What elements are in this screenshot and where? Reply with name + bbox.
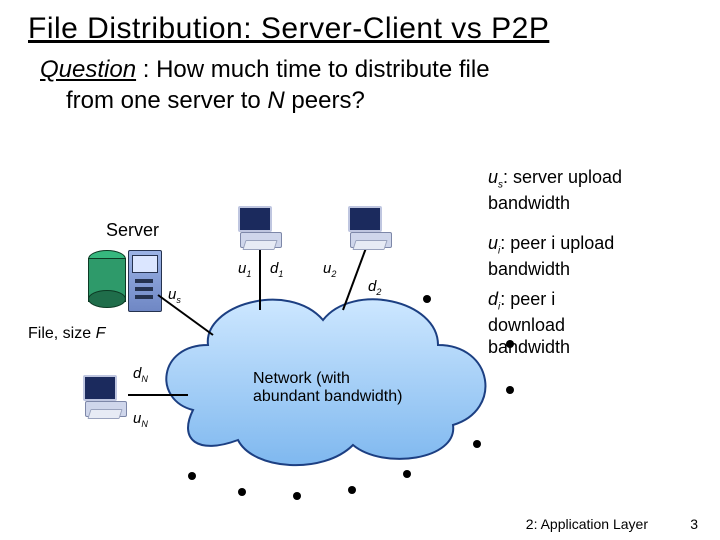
dot-icon bbox=[348, 486, 356, 494]
rate-d2: d2 bbox=[368, 278, 381, 297]
rate-dN: dN bbox=[133, 365, 148, 384]
file-label-F: F bbox=[96, 325, 106, 342]
dot-icon bbox=[506, 386, 514, 394]
question-N: N bbox=[267, 87, 284, 114]
legend-us-text2: bandwidth bbox=[488, 193, 570, 213]
page-number: 3 bbox=[690, 516, 698, 532]
file-label-a: File, size bbox=[28, 325, 96, 342]
legend-us: us: server upload bandwidth bbox=[488, 166, 622, 214]
legend-ui: ui: peer i upload bandwidth bbox=[488, 232, 614, 280]
question-line1: How much time to distribute file bbox=[156, 56, 489, 83]
pc-icon bbox=[83, 375, 129, 417]
dot-icon bbox=[238, 488, 246, 496]
network-label: Network (with abundant bandwidth) bbox=[253, 370, 463, 406]
question-line2a: from one server to bbox=[66, 87, 267, 114]
question-sep: : bbox=[136, 56, 156, 83]
question-line2b: peers? bbox=[285, 87, 365, 114]
dot-icon bbox=[403, 470, 411, 478]
legend-us-sym: u bbox=[488, 167, 498, 187]
network-label-b: abundant bandwidth) bbox=[253, 388, 402, 405]
legend-us-text1: : server upload bbox=[503, 167, 622, 187]
slide-title: File Distribution: Server-Client vs P2P bbox=[28, 12, 692, 46]
question-text: Question : How much time to distribute f… bbox=[40, 54, 686, 116]
disk-icon bbox=[88, 250, 124, 308]
rate-d1: d1 bbox=[270, 260, 283, 279]
server-label: Server bbox=[106, 220, 159, 241]
network-label-a: Network (with bbox=[253, 370, 350, 387]
pc-icon bbox=[348, 206, 394, 248]
server-icon bbox=[128, 250, 162, 312]
question-label: Question bbox=[40, 56, 136, 83]
dot-icon bbox=[506, 340, 514, 348]
rate-u1: u1 bbox=[238, 260, 251, 279]
legend-di: di: peer i download bandwidth bbox=[488, 288, 628, 359]
dot-icon bbox=[473, 440, 481, 448]
rate-uN: uN bbox=[133, 410, 148, 429]
footer-text: 2: Application Layer bbox=[526, 516, 648, 532]
rate-us: us bbox=[168, 286, 181, 305]
file-label: File, size F bbox=[28, 325, 105, 343]
legend-ui-text1: : peer i upload bbox=[500, 233, 614, 253]
legend-di-text2: bandwidth bbox=[488, 337, 570, 357]
legend-ui-text2: bandwidth bbox=[488, 259, 570, 279]
dot-icon bbox=[188, 472, 196, 480]
pc-icon bbox=[238, 206, 284, 248]
dot-icon bbox=[293, 492, 301, 500]
slide: File Distribution: Server-Client vs P2P … bbox=[0, 0, 720, 540]
legend-ui-sym: u bbox=[488, 233, 498, 253]
rate-u2: u2 bbox=[323, 260, 336, 279]
diagram: us : server upload bandwidth ui: peer i u… bbox=[28, 170, 628, 500]
dot-icon bbox=[423, 295, 431, 303]
